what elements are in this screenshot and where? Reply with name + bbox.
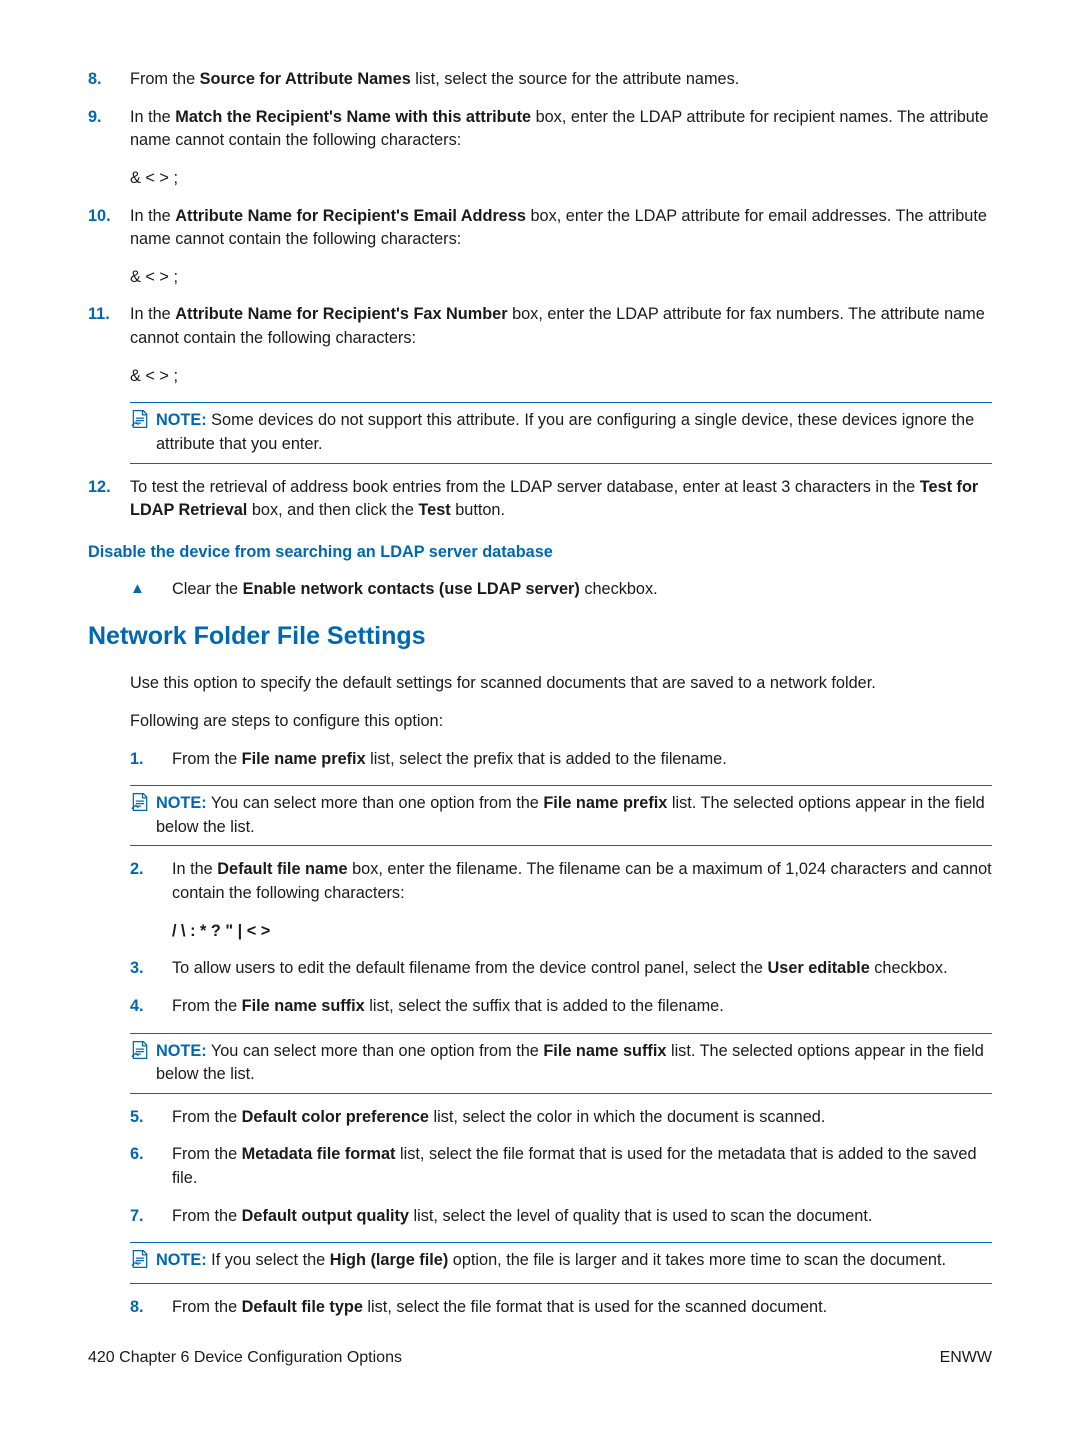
step-11: 11.In the Attribute Name for Recipient's… (88, 303, 992, 350)
note-icon (130, 792, 156, 839)
page-footer: 420 Chapter 6 Device Configuration Optio… (88, 1346, 992, 1369)
step-body: From the File name suffix list, select t… (172, 995, 992, 1019)
step-number: 8. (88, 68, 130, 92)
step-body: In the Default file name box, enter the … (172, 858, 992, 905)
step-number: 10. (88, 205, 130, 252)
section-heading: Network Folder File Settings (88, 618, 992, 654)
note-text: NOTE: Some devices do not support this a… (156, 409, 992, 456)
step-body: In the Attribute Name for Recipient's Em… (130, 205, 992, 252)
step-8: 8.From the Source for Attribute Names li… (88, 68, 992, 92)
step-3: 3.To allow users to edit the default fil… (130, 957, 992, 981)
paragraph: Following are steps to configure this op… (130, 710, 992, 734)
step-2: 2.In the Default file name box, enter th… (130, 858, 992, 905)
bullet-item: ▲Clear the Enable network contacts (use … (130, 578, 992, 602)
note-icon (130, 1249, 156, 1277)
paragraph: Use this option to specify the default s… (130, 672, 992, 696)
note-text: NOTE: If you select the High (large file… (156, 1249, 946, 1277)
note-box: NOTE: If you select the High (large file… (130, 1242, 992, 1284)
step-body: From the Source for Attribute Names list… (130, 68, 992, 92)
step-body: In the Attribute Name for Recipient's Fa… (130, 303, 992, 350)
step-body: From the Metadata file format list, sele… (172, 1143, 992, 1190)
step-12: 12.To test the retrieval of address book… (88, 476, 992, 523)
char-list: / \ : * ? " | < > (172, 920, 992, 944)
step-number: 6. (130, 1143, 172, 1190)
step-8b: 8.From the Default file type list, selec… (130, 1296, 992, 1320)
note-icon (130, 1040, 156, 1087)
step-4: 4.From the File name suffix list, select… (130, 995, 992, 1019)
step-body: From the Default output quality list, se… (172, 1205, 992, 1229)
step-body: From the Default file type list, select … (172, 1296, 992, 1320)
footer-right: ENWW (940, 1346, 992, 1369)
step-body: To test the retrieval of address book en… (130, 476, 992, 523)
step-number: 7. (130, 1205, 172, 1229)
step-number: 2. (130, 858, 172, 905)
step-7: 7.From the Default output quality list, … (130, 1205, 992, 1229)
footer-left: 420 Chapter 6 Device Configuration Optio… (88, 1346, 402, 1369)
subsection-heading: Disable the device from searching an LDA… (88, 541, 992, 565)
note-box: NOTE: Some devices do not support this a… (130, 402, 992, 463)
step-body: From the File name prefix list, select t… (172, 748, 992, 772)
note-box: NOTE: You can select more than one optio… (130, 785, 992, 846)
step-number: 5. (130, 1106, 172, 1130)
note-text: NOTE: You can select more than one optio… (156, 1040, 992, 1087)
step-number: 9. (88, 106, 130, 153)
triangle-icon: ▲ (130, 578, 172, 602)
char-list: & < > ; (130, 167, 992, 191)
note-box: NOTE: You can select more than one optio… (130, 1033, 992, 1094)
step-number: 4. (130, 995, 172, 1019)
step-number: 3. (130, 957, 172, 981)
step-body: To allow users to edit the default filen… (172, 957, 992, 981)
step-number: 11. (88, 303, 130, 350)
note-icon (130, 409, 156, 456)
step-body: From the Default color preference list, … (172, 1106, 992, 1130)
step-9: 9.In the Match the Recipient's Name with… (88, 106, 992, 153)
step-5: 5.From the Default color preference list… (130, 1106, 992, 1130)
step-number: 8. (130, 1296, 172, 1320)
char-list: & < > ; (130, 365, 992, 389)
char-list: & < > ; (130, 266, 992, 290)
step-6: 6.From the Metadata file format list, se… (130, 1143, 992, 1190)
step-number: 1. (130, 748, 172, 772)
step-10: 10.In the Attribute Name for Recipient's… (88, 205, 992, 252)
note-text: NOTE: You can select more than one optio… (156, 792, 992, 839)
bullet-body: Clear the Enable network contacts (use L… (172, 578, 658, 602)
step-number: 12. (88, 476, 130, 523)
step-body: In the Match the Recipient's Name with t… (130, 106, 992, 153)
step-1: 1.From the File name prefix list, select… (130, 748, 992, 772)
